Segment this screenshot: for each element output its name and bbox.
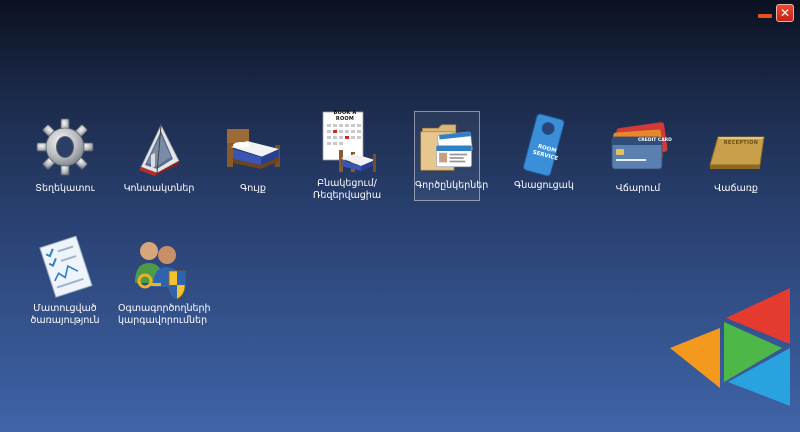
tile-label: Վաճառք [714, 183, 758, 194]
tile-sales[interactable]: RECEPTION Վաճառք [695, 115, 777, 195]
tile-price-list[interactable]: ROOM SERVICE Գնացուցակ [503, 112, 585, 192]
tile-label: Գնացուցակ [514, 180, 574, 191]
tile-label: Բնակեցում/ Ռեզերվացիա [312, 178, 382, 201]
room-service-tag-icon [523, 113, 565, 176]
brand-logo [670, 288, 790, 406]
minimize-button[interactable] [757, 5, 773, 21]
tile-label: Մատուցված ծառայություն [30, 303, 100, 326]
tile-booking[interactable]: BOOK A ROOM Բնակեցում/ Ռեզերվացիա [306, 110, 388, 202]
tile-directory[interactable]: Տեղեկատու [24, 115, 106, 195]
tile-label: Կոնտակտներ [123, 183, 195, 194]
tile-label: Օգտագործողների կարգավորումներ [118, 303, 211, 326]
logo-orange-triangle [670, 328, 720, 388]
document-report-icon [39, 235, 93, 298]
reception-sign-icon [709, 136, 765, 169]
user-settings-icon [135, 242, 186, 299]
reception-text: RECEPTION [723, 140, 759, 146]
tile-payment[interactable]: CREDIT CARD Վճարում [597, 115, 679, 195]
tile-services-rendered[interactable]: Մատուցված ծառայություն [24, 235, 106, 327]
tile-label: Գույք [240, 183, 266, 194]
window-controls: ✕ [757, 4, 794, 22]
tile-label: Վճարում [615, 183, 661, 194]
tile-contacts[interactable]: Կոնտակտներ [118, 115, 200, 195]
contacts-book-icon [139, 124, 180, 176]
tile-label: Տեղեկատու [35, 183, 95, 194]
close-button[interactable]: ✕ [776, 4, 794, 22]
tile-partners[interactable]: Գործընկերներ [414, 111, 489, 201]
partners-folder-icon [420, 124, 473, 171]
gear-icon [36, 118, 94, 176]
bed-icon [227, 129, 280, 169]
credit-cards-icon [611, 122, 668, 170]
tile-property[interactable]: Գույք [212, 115, 294, 195]
tile-label: Գործընկերներ [415, 180, 489, 191]
tile-user-settings[interactable]: Օգտագործողների կարգավորումներ [118, 235, 211, 327]
credit-card-text: CREDIT CARD [638, 138, 672, 143]
close-icon: ✕ [779, 6, 791, 20]
booking-sign-text: BOOK A ROOM [333, 110, 357, 122]
